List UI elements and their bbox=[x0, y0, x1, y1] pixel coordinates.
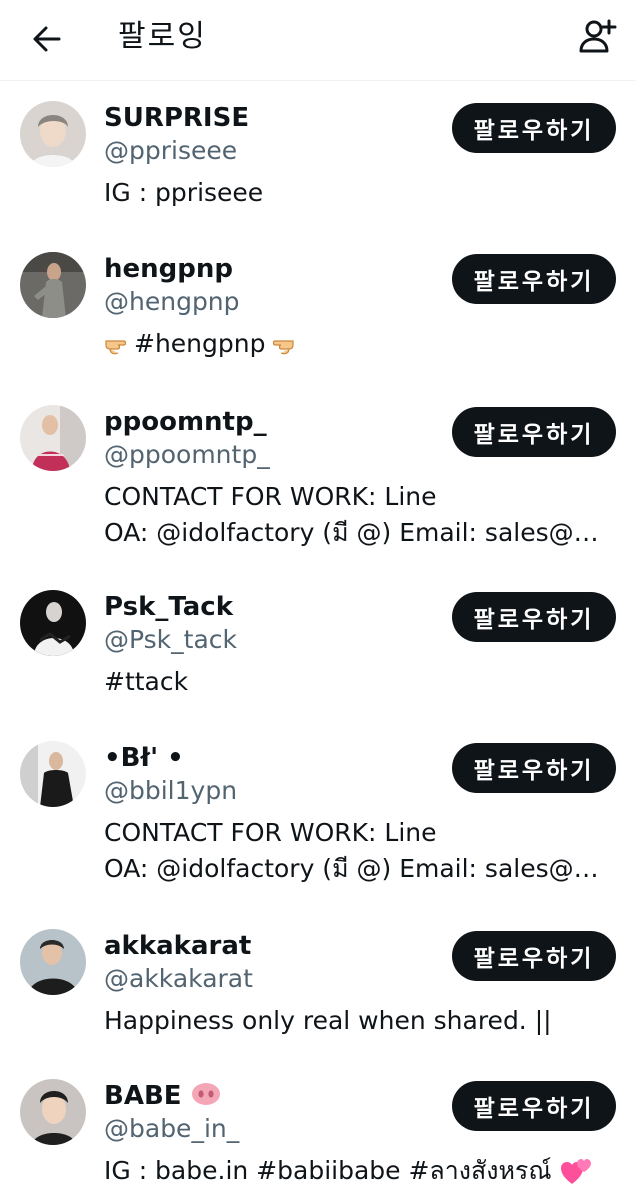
follow-button[interactable]: 팔로우하기 bbox=[452, 592, 616, 642]
bio-line: IG : ppriseee bbox=[104, 178, 264, 207]
person-avatar-icon bbox=[20, 590, 86, 656]
user-handle: @hengpnp bbox=[104, 287, 240, 316]
user-bio: IG : ppriseee bbox=[104, 175, 604, 211]
user-bio: #hengpnp bbox=[104, 326, 604, 362]
user-handle: @Psk_tack bbox=[104, 625, 237, 654]
follow-button[interactable]: 팔로우하기 bbox=[452, 1081, 616, 1131]
display-name-text: BABE bbox=[104, 1081, 182, 1111]
user-handle: @bbil1ypn bbox=[104, 776, 238, 805]
user-bio: IG : babe.in #babiibabe #ลางสังหรณ์ bbox=[104, 1153, 604, 1189]
user-handle: @babe_in_ bbox=[104, 1114, 240, 1143]
user-bio: Happiness only real when shared. || bbox=[104, 1003, 604, 1039]
bio-line: OA: @idolfactory (มี @) Email: sales@id.… bbox=[104, 854, 604, 883]
display-name: SURPRISE bbox=[104, 103, 250, 133]
user-handle: @ppoomntp_ bbox=[104, 440, 270, 469]
page-title: 팔로잉 bbox=[118, 19, 207, 54]
top-app-bar: 팔로잉 bbox=[0, 0, 636, 81]
person-avatar-icon bbox=[20, 929, 86, 995]
avatar[interactable] bbox=[20, 252, 86, 318]
follow-button[interactable]: 팔로우하기 bbox=[452, 407, 616, 457]
person-avatar-icon bbox=[20, 1079, 86, 1145]
person-avatar-icon bbox=[20, 101, 86, 167]
follow-button[interactable]: 팔로우하기 bbox=[452, 743, 616, 793]
add-user-button[interactable] bbox=[574, 14, 620, 60]
avatar[interactable] bbox=[20, 929, 86, 995]
avatar[interactable] bbox=[20, 405, 86, 471]
follow-button[interactable]: 팔로우하기 bbox=[452, 254, 616, 304]
person-avatar-icon bbox=[20, 405, 86, 471]
display-name: hengpnp bbox=[104, 254, 233, 284]
display-name: •Bł' • bbox=[104, 743, 184, 773]
bio-line: CONTACT FOR WORK: Line bbox=[104, 818, 437, 847]
user-bio: #ttack bbox=[104, 664, 604, 700]
follow-button[interactable]: 팔로우하기 bbox=[452, 103, 616, 153]
avatar[interactable] bbox=[20, 101, 86, 167]
user-bio: CONTACT FOR WORK: Line OA: @idolfactory … bbox=[104, 479, 604, 551]
user-handle: @akkakarat bbox=[104, 964, 253, 993]
bio-line: Happiness only real when shared. || bbox=[104, 1006, 552, 1035]
bio-line: CONTACT FOR WORK: Line bbox=[104, 482, 437, 511]
pig-nose-icon bbox=[191, 1083, 220, 1105]
bio-text: #hengpnp bbox=[134, 329, 266, 358]
pointing-left-hand-icon bbox=[273, 340, 295, 355]
back-button[interactable] bbox=[26, 18, 68, 60]
add-user-icon bbox=[579, 19, 617, 53]
avatar[interactable] bbox=[20, 590, 86, 656]
bio-line: #ttack bbox=[104, 667, 189, 696]
user-handle: @ppriseee bbox=[104, 136, 238, 165]
display-name: akkakarat bbox=[104, 931, 252, 961]
person-avatar-icon bbox=[20, 252, 86, 318]
avatar[interactable] bbox=[20, 1079, 86, 1145]
avatar[interactable] bbox=[20, 741, 86, 807]
follow-button[interactable]: 팔로우하기 bbox=[452, 931, 616, 981]
bio-line: OA: @idolfactory (มี @) Email: sales@id.… bbox=[104, 518, 604, 547]
display-name: Psk_Tack bbox=[104, 592, 233, 622]
display-name: BABE bbox=[104, 1079, 221, 1113]
bio-line: IG : babe.in #babiibabe #ลางสังหรณ์ bbox=[104, 1156, 552, 1185]
user-bio: CONTACT FOR WORK: Line OA: @idolfactory … bbox=[104, 815, 604, 887]
display-name: ppoomntp_ bbox=[104, 407, 267, 437]
two-hearts-icon bbox=[560, 1159, 591, 1184]
arrow-left-icon bbox=[33, 26, 61, 52]
person-avatar-icon bbox=[20, 741, 86, 807]
pointing-right-hand-icon bbox=[105, 340, 127, 355]
